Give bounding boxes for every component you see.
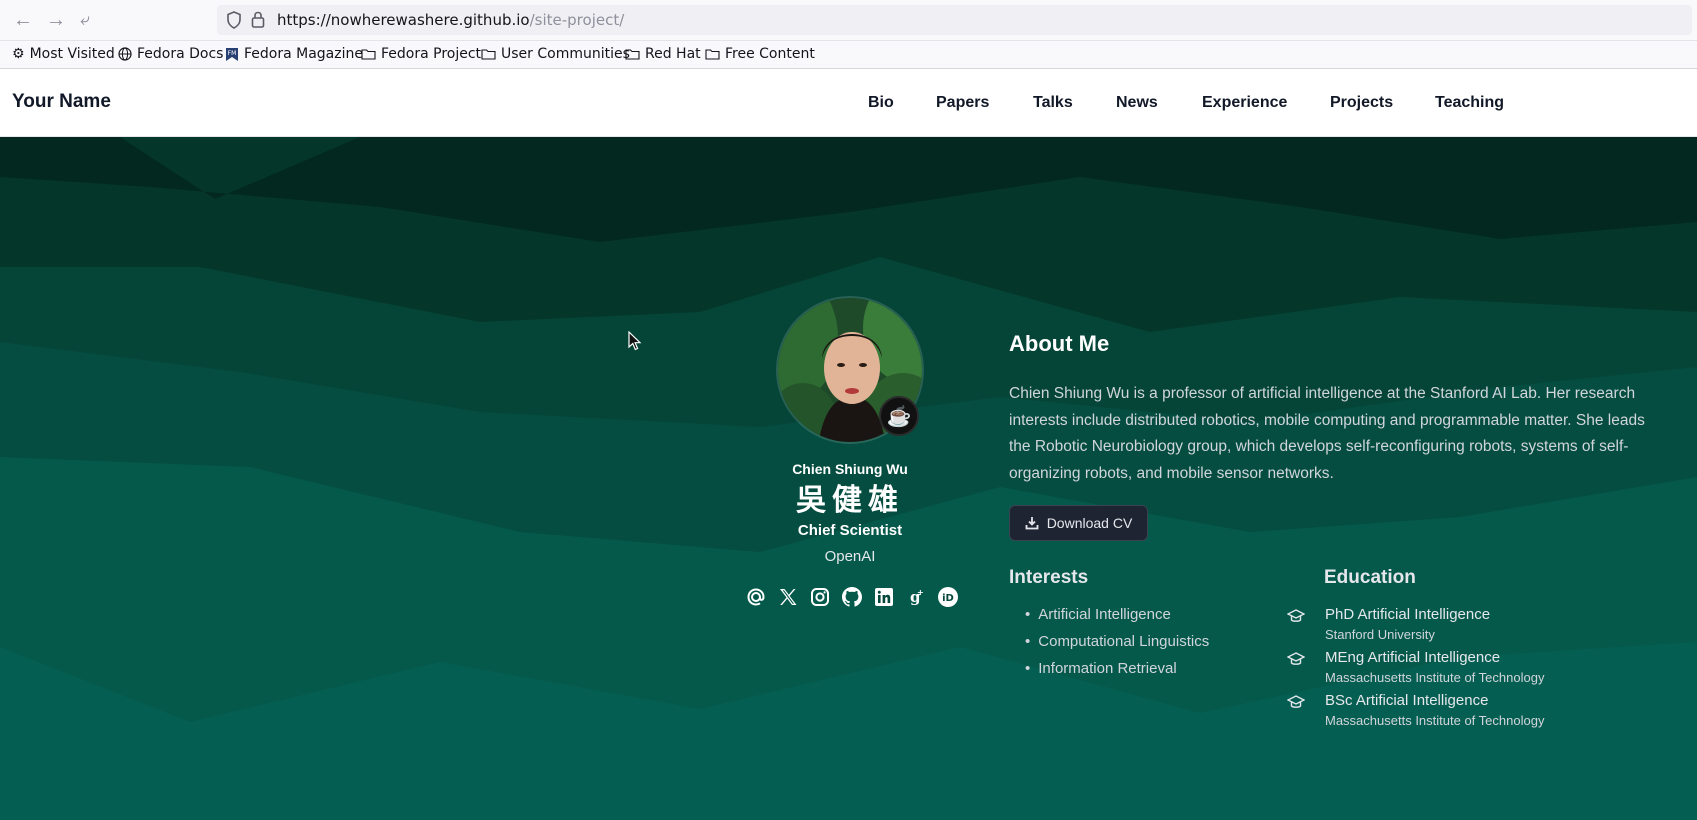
education-degree: BSc Artificial Intelligence	[1325, 692, 1489, 709]
bookmark-red-hat[interactable]: Red Hat	[625, 46, 701, 62]
google-scholar-icon[interactable]: g +	[900, 583, 932, 611]
bookmark-label: Fedora Docs	[137, 46, 224, 62]
education-institution: Massachusetts Institute of Technology	[1325, 670, 1545, 685]
graduation-cap-icon	[1287, 695, 1305, 708]
svg-text:iD: iD	[942, 593, 954, 604]
forward-icon[interactable]: →	[46, 8, 66, 32]
shield-icon[interactable]	[226, 11, 242, 29]
instagram-icon[interactable]	[804, 583, 836, 611]
education-degree: MEng Artificial Intelligence	[1325, 649, 1501, 666]
list-item: Artificial Intelligence	[1025, 606, 1209, 633]
about-title: About Me	[1009, 331, 1110, 356]
gear-icon: ⚙	[12, 46, 25, 62]
profile-organization: OpenAI	[824, 548, 876, 565]
education-item: BSc Artificial Intelligence Massachusett…	[1287, 692, 1545, 732]
reload-icon[interactable]: ⤶	[80, 8, 90, 32]
bookmark-label: Red Hat	[645, 46, 701, 62]
list-item: Information Retrieval	[1025, 660, 1209, 687]
nav-experience[interactable]: Experience	[1202, 94, 1287, 112]
bookmark-free-content[interactable]: Free Content	[705, 46, 815, 62]
interests-title: Interests	[1009, 567, 1089, 588]
bookmark-most-visited[interactable]: ⚙ Most Visited	[12, 46, 115, 62]
nav-projects[interactable]: Projects	[1330, 94, 1393, 112]
bookmark-label: Most Visited	[29, 46, 115, 62]
globe-icon	[118, 47, 132, 61]
interests-list: Artificial Intelligence Computational Li…	[1025, 606, 1209, 687]
email-icon[interactable]	[740, 583, 772, 611]
education-degree: PhD Artificial Intelligence	[1325, 606, 1491, 623]
linkedin-icon[interactable]	[868, 583, 900, 611]
svg-text:FM: FM	[228, 50, 237, 57]
nav-teaching[interactable]: Teaching	[1435, 94, 1504, 112]
address-bar[interactable]: https://nowherewashere.github.io/site-pr…	[217, 5, 1692, 35]
bookmark-fedora-magazine[interactable]: FM Fedora Magazine	[225, 46, 363, 62]
url-text: https://nowherewashere.github.io/site-pr…	[277, 11, 624, 29]
profile-role: Chief Scientist	[797, 522, 903, 539]
folder-icon	[625, 49, 640, 60]
download-cv-button[interactable]: Download CV	[1009, 505, 1148, 541]
list-item: Computational Linguistics	[1025, 633, 1209, 660]
bookmark-label: Fedora Magazine	[244, 46, 363, 62]
education-institution: Stanford University	[1325, 627, 1435, 642]
folder-icon	[705, 49, 720, 60]
education-item: PhD Artificial Intelligence Stanford Uni…	[1287, 606, 1491, 646]
graduation-cap-icon	[1287, 609, 1305, 622]
download-icon	[1025, 517, 1039, 530]
orcid-icon[interactable]: iD	[932, 583, 964, 611]
graduation-cap-icon	[1287, 652, 1305, 665]
coffee-icon: ☕	[879, 396, 919, 436]
profile-avatar: ☕	[776, 296, 924, 444]
github-icon[interactable]	[836, 583, 868, 611]
folder-icon	[481, 49, 496, 60]
browser-toolbar: ← → ⤶ https://nowherewashere.github.io/s…	[0, 0, 1697, 41]
lock-icon[interactable]	[251, 11, 265, 28]
bookmark-label: Free Content	[725, 46, 815, 62]
site-brand[interactable]: Your Name	[12, 91, 111, 113]
mouse-cursor-icon	[628, 331, 642, 351]
bookmarks-bar: ⚙ Most Visited Fedora Docs FM Fedora Mag…	[0, 41, 1697, 69]
profile-chinese-name: 吳健雄	[796, 483, 904, 518]
back-icon[interactable]: ←	[13, 8, 33, 32]
x-icon[interactable]	[772, 583, 804, 611]
social-links: g + iD	[740, 583, 964, 611]
nav-news[interactable]: News	[1116, 94, 1158, 112]
bookmark-user-communities[interactable]: User Communities	[481, 46, 630, 62]
hero-section: ☕ Chien Shiung Wu 吳健雄 Chief Scientist Op…	[0, 137, 1697, 820]
bookmark-fedora-docs[interactable]: Fedora Docs	[118, 46, 223, 62]
bookmark-label: Fedora Project	[381, 46, 482, 62]
url-path: /site-project/	[529, 11, 625, 29]
url-host: https://nowherewashere.github.io	[277, 11, 530, 29]
bookmark-label: User Communities	[501, 46, 630, 62]
nav-talks[interactable]: Talks	[1033, 94, 1073, 112]
fedora-magazine-icon: FM	[226, 47, 238, 61]
about-bio: Chien Shiung Wu is a professor of artifi…	[1009, 385, 1645, 482]
svg-text:+: +	[917, 588, 924, 597]
nav-papers[interactable]: Papers	[936, 94, 989, 112]
folder-icon	[361, 49, 376, 60]
site-header: Your Name Bio Papers Talks News Experien…	[0, 69, 1697, 137]
bookmark-fedora-project[interactable]: Fedora Project	[361, 46, 481, 62]
download-cv-label: Download CV	[1046, 515, 1133, 531]
education-institution: Massachusetts Institute of Technology	[1325, 713, 1545, 728]
education-item: MEng Artificial Intelligence Massachuset…	[1287, 649, 1545, 689]
education-title: Education	[1324, 567, 1416, 588]
nav-bio[interactable]: Bio	[868, 94, 894, 112]
